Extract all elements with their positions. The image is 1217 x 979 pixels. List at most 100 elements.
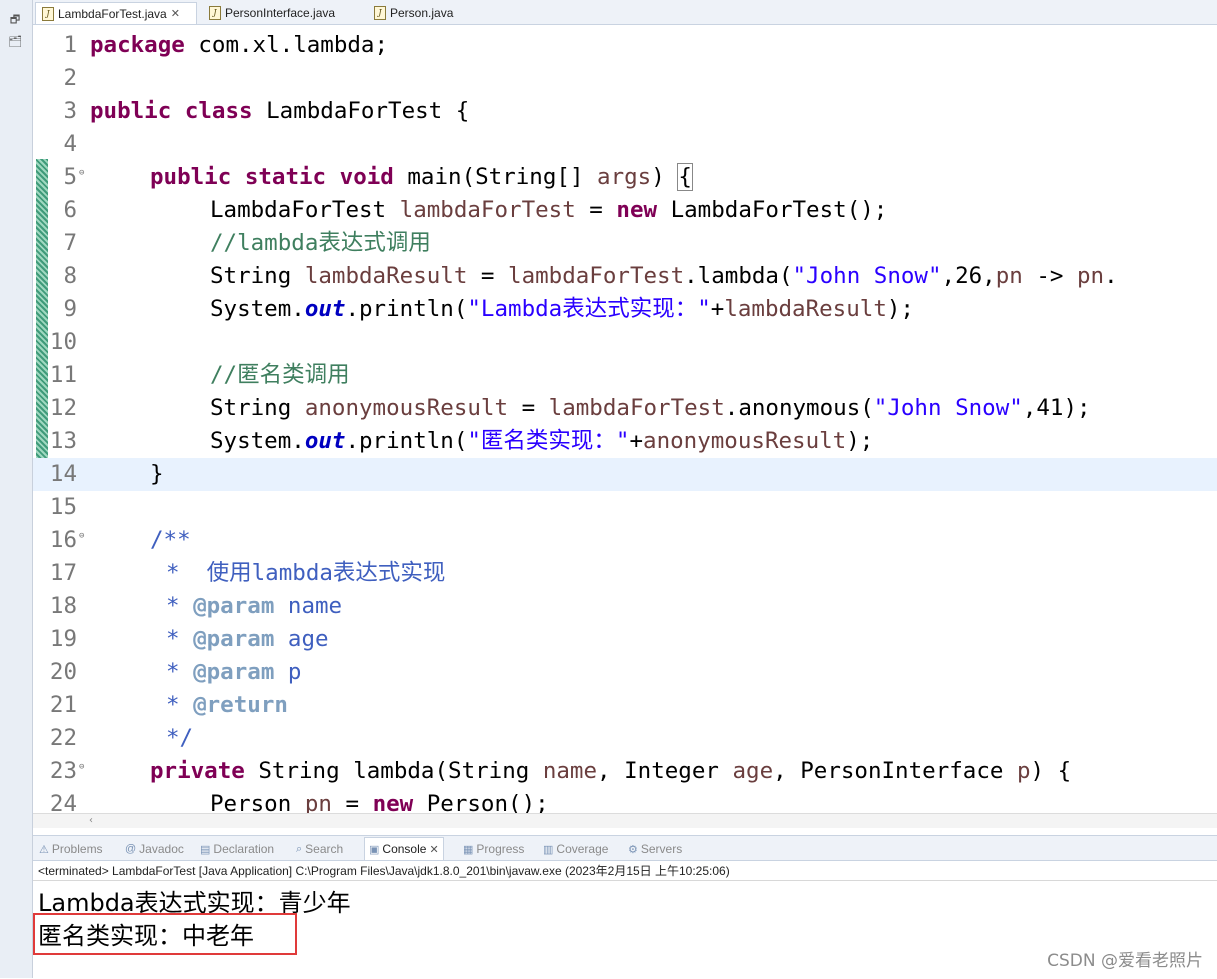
line-number: 2 <box>63 65 77 91</box>
tab-search[interactable]: ⌕ Search <box>296 839 343 859</box>
code-line: 12 String anonymousResult = lambdaForTest… <box>33 392 1217 425</box>
code-editor[interactable]: 1 package com.xl.lambda; 2 3 public class … <box>33 25 1217 813</box>
line-number: 7 <box>63 230 77 256</box>
line-number: 4 <box>63 131 77 157</box>
line-number: 21 <box>49 692 77 718</box>
tab-label: LambdaForTest.java <box>58 6 167 21</box>
editor-tab-bar: J LambdaForTest.java ✕ J PersonInterface… <box>33 0 1217 25</box>
code-line: 13 System.out.println("匿名类实现："+anonymousR… <box>33 425 1217 458</box>
tab-progress[interactable]: ▦ Progress <box>463 839 524 859</box>
code-line: 4 <box>33 128 1217 161</box>
code-line: 10 <box>33 326 1217 359</box>
line-number: 13 <box>49 428 77 454</box>
fold-icon[interactable]: ⊖ <box>79 751 84 784</box>
line-number: 9 <box>63 296 77 322</box>
code-line: 18 * @param name <box>33 590 1217 623</box>
code-comment: //匿名类调用 <box>210 362 350 388</box>
code-line: 2 <box>33 62 1217 95</box>
close-icon[interactable]: ✕ <box>171 7 180 20</box>
java-file-icon: J <box>42 6 54 21</box>
tab-label: Javadoc <box>139 842 184 856</box>
coverage-icon: ▥ <box>543 843 554 856</box>
tab-label: Coverage <box>556 842 609 856</box>
tab-person[interactable]: J Person.java <box>368 2 459 24</box>
search-icon: ⌕ <box>296 842 303 855</box>
tab-label: Person.java <box>390 6 454 20</box>
line-number: 24 <box>49 791 77 813</box>
fold-icon[interactable]: ⊖ <box>79 520 84 553</box>
code-comment: //lambda表达式调用 <box>210 230 431 256</box>
tab-coverage[interactable]: ▥ Coverage <box>543 839 608 859</box>
declaration-icon: ▤ <box>200 843 211 856</box>
javadoc-icon: @ <box>125 843 137 855</box>
scroll-left-icon[interactable]: ‹ <box>89 814 93 828</box>
line-number: 5 <box>63 164 77 190</box>
code-text: } <box>150 461 164 487</box>
tab-declaration[interactable]: ▤ Declaration <box>200 839 274 859</box>
line-number: 17 <box>49 560 77 586</box>
tab-label: Progress <box>476 842 525 856</box>
javadoc-text: */ <box>166 725 194 751</box>
tab-lambdafortest[interactable]: J LambdaForTest.java ✕ <box>35 2 197 24</box>
tab-javadoc[interactable]: @ Javadoc <box>125 839 184 859</box>
highlight-box <box>33 913 297 955</box>
console-icon: ▣ <box>369 843 380 856</box>
tab-console[interactable]: ▣ Console ✕ <box>364 837 444 860</box>
code-line: 19 * @param age <box>33 623 1217 656</box>
line-number: 19 <box>49 626 77 652</box>
tab-personinterface[interactable]: J PersonInterface.java <box>203 2 341 24</box>
code-line: 21 * @return <box>33 689 1217 722</box>
code-line: 23 ⊖ private String lambda(String name, In… <box>33 755 1217 788</box>
javadoc-text: /** <box>150 527 191 553</box>
code-line: 16 ⊖/** <box>33 524 1217 557</box>
tab-label: PersonInterface.java <box>225 6 336 20</box>
code-line: 15 <box>33 491 1217 524</box>
code-line: 3 public class LambdaForTest { <box>33 95 1217 128</box>
code-line: 1 package com.xl.lambda; <box>33 29 1217 62</box>
code-line: 24 Person pn = new Person(); <box>33 788 1217 813</box>
close-icon[interactable]: ✕ <box>429 843 438 856</box>
restore-icon[interactable]: 🗗 <box>6 12 24 28</box>
code-line: 5 ⊖ public static void main(String[] args)… <box>33 161 1217 194</box>
java-file-icon: J <box>209 6 221 20</box>
tab-label: Problems <box>51 842 103 856</box>
progress-icon: ▦ <box>463 843 474 856</box>
fold-icon[interactable]: ⊖ <box>79 157 84 190</box>
line-number: 16 <box>49 527 77 553</box>
javadoc-text: * 使用lambda表达式实现 <box>166 560 446 586</box>
code-line: 17 * 使用lambda表达式实现 <box>33 557 1217 590</box>
horizontal-scrollbar[interactable]: ‹ <box>33 813 1217 828</box>
tab-label: Console <box>382 842 427 856</box>
line-number: 14 <box>49 461 77 487</box>
left-trim-bar: 🗗 🗂 <box>0 0 33 978</box>
line-number: 3 <box>63 98 77 124</box>
line-number: 15 <box>49 494 77 520</box>
code-line: 7 //lambda表达式调用 <box>33 227 1217 260</box>
console-status: <terminated> LambdaForTest [Java Applica… <box>38 864 730 878</box>
current-code-line: 14} <box>33 458 1217 491</box>
tab-label: Servers <box>640 842 683 856</box>
line-number: 10 <box>49 329 77 355</box>
code-line: 11 //匿名类调用 <box>33 359 1217 392</box>
tab-servers[interactable]: ⚙ Servers <box>628 839 682 859</box>
line-number: 22 <box>49 725 77 751</box>
line-number: 6 <box>63 197 77 223</box>
problems-icon: ⚠ <box>39 843 49 856</box>
line-number: 18 <box>49 593 77 619</box>
code-line: 20 * @param p <box>33 656 1217 689</box>
code-line: 22 */ <box>33 722 1217 755</box>
watermark: CSDN @爱看老照片 <box>1047 951 1203 971</box>
code-line: 8 String lambdaResult = lambdaForTest.lam… <box>33 260 1217 293</box>
tab-label: Search <box>305 842 344 856</box>
tab-problems[interactable]: ⚠ Problems <box>39 839 103 859</box>
package-explorer-icon[interactable]: 🗂 <box>6 34 24 50</box>
code-line: 6 LambdaForTest lambdaForTest = new Lambd… <box>33 194 1217 227</box>
java-file-icon: J <box>374 6 386 20</box>
line-number: 11 <box>49 362 77 388</box>
line-number: 12 <box>49 395 77 421</box>
line-number: 20 <box>49 659 77 685</box>
line-number: 23 <box>49 758 77 784</box>
console-output[interactable]: Lambda表达式实现：青少年 匿名类实现：中老年 <box>33 880 1217 979</box>
code-line: 9 System.out.println("Lambda表达式实现："+lambd… <box>33 293 1217 326</box>
line-number: 1 <box>63 32 77 58</box>
